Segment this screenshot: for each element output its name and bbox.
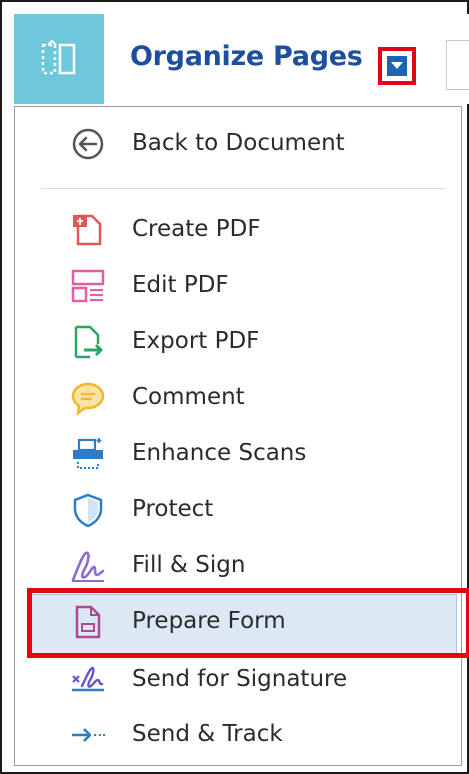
menu-item-label: Prepare Form (132, 608, 286, 634)
send-track-icon (69, 716, 107, 754)
menu-item-label: Fill & Sign (132, 552, 246, 578)
enhance-scans-icon (69, 435, 107, 473)
menu-item-edit-pdf[interactable]: Edit PDF (15, 258, 461, 312)
menu-divider (41, 188, 445, 189)
menu-item-comment[interactable]: Comment (15, 370, 461, 424)
app-frame: Organize Pages Back to Document Create P… (0, 0, 469, 774)
edit-pdf-icon (69, 267, 107, 305)
menu-item-create-pdf[interactable]: Create PDF (15, 202, 461, 256)
back-arrow-circle-icon (69, 125, 107, 163)
menu-item-export-pdf[interactable]: Export PDF (15, 314, 461, 368)
toolbar-input-partial[interactable] (446, 40, 469, 90)
send-signature-icon (69, 661, 107, 699)
menu-item-enhance-scans[interactable]: Enhance Scans (15, 426, 461, 480)
menu-item-send-for-signature[interactable]: Send for Signature (15, 652, 461, 706)
menu-item-label: Send & Track (132, 721, 283, 747)
tool-dropdown-button[interactable] (378, 47, 416, 85)
organize-pages-icon[interactable] (14, 14, 104, 104)
create-pdf-icon (69, 211, 107, 249)
menu-item-label: Send for Signature (132, 666, 348, 692)
comment-icon (69, 379, 107, 417)
menu-item-protect[interactable]: Protect (15, 482, 461, 536)
tools-dropdown-menu: Back to Document Create PDF Edit PDF Exp… (14, 106, 469, 766)
menu-item-back-to-document[interactable]: Back to Document (15, 116, 461, 170)
menu-item-label: Protect (132, 496, 214, 522)
menu-item-label: Enhance Scans (132, 440, 307, 466)
menu-item-label: Back to Document (132, 130, 345, 156)
menu-item-label: Export PDF (132, 328, 260, 354)
menu-item-fill-sign[interactable]: Fill & Sign (15, 538, 461, 592)
menu-item-label: Create PDF (132, 216, 261, 242)
menu-item-send-track[interactable]: Send & Track (15, 707, 461, 761)
menu-item-prepare-form[interactable]: Prepare Form (15, 594, 461, 648)
menu-item-label: Comment (132, 384, 245, 410)
fill-sign-icon (69, 547, 107, 585)
tool-title: Organize Pages (130, 41, 363, 72)
triangle-down-icon (387, 56, 407, 76)
prepare-form-icon (69, 603, 107, 641)
export-pdf-icon (69, 323, 107, 361)
menu-item-label: Edit PDF (132, 272, 229, 298)
tool-header: Organize Pages (14, 14, 469, 104)
protect-shield-icon (69, 491, 107, 529)
